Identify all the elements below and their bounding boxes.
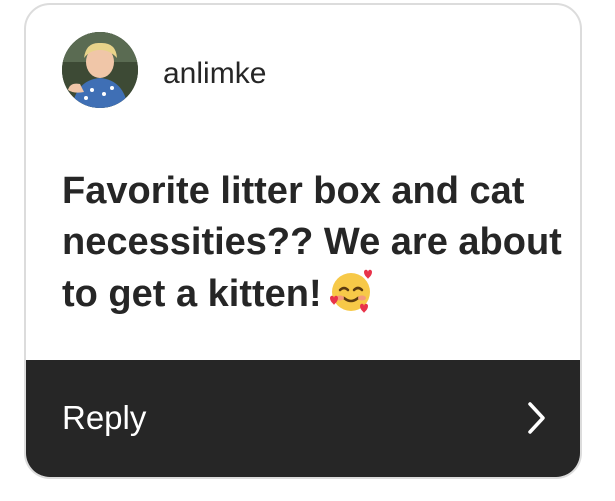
username-label[interactable]: anlimke <box>163 56 266 92</box>
question-text: Favorite litter box and cat necessities?… <box>62 170 562 315</box>
user-avatar[interactable] <box>62 32 138 108</box>
question-sticker-card: anlimke Favorite litter box and cat nece… <box>24 3 582 479</box>
reply-label: Reply <box>62 399 147 436</box>
avatar-photo-icon <box>62 32 138 108</box>
question-text-block: Favorite litter box and cat necessities?… <box>62 166 572 328</box>
chevron-right-icon <box>526 400 548 441</box>
sticker-header: anlimke <box>26 5 580 145</box>
reply-button[interactable]: Reply <box>26 360 580 477</box>
smiling-face-with-hearts-icon <box>328 268 374 328</box>
